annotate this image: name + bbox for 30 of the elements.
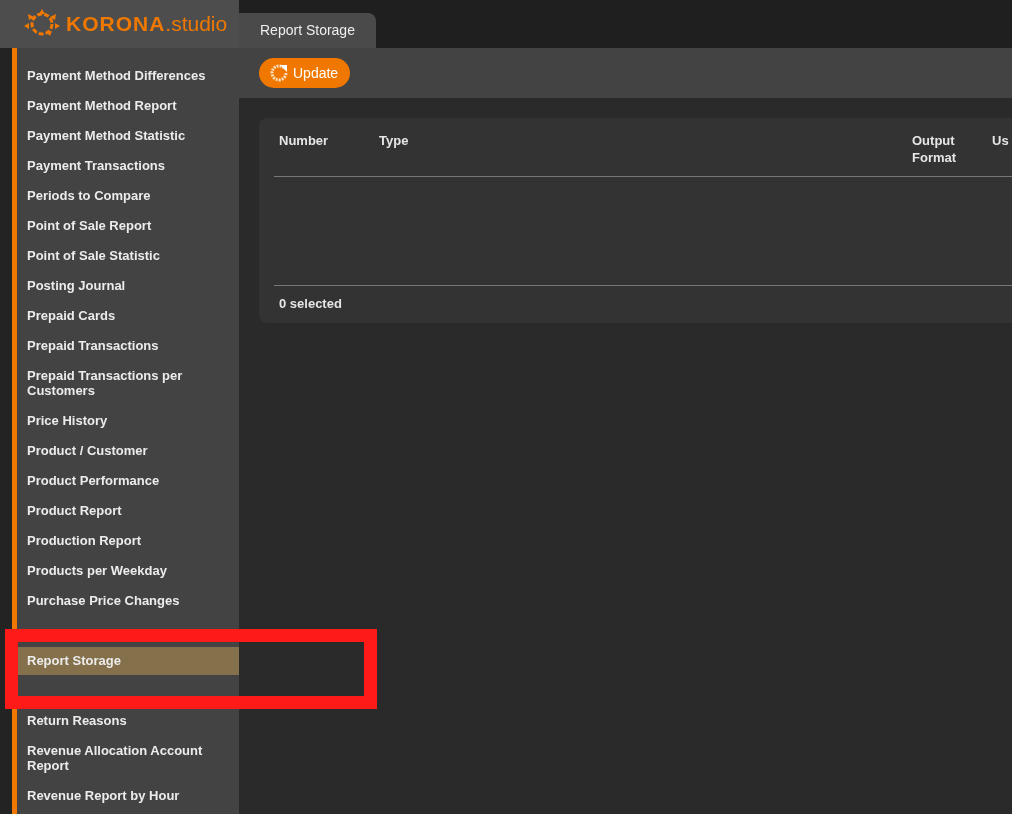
sidebar-item[interactable]: Revenue Allocation Account Report	[17, 737, 239, 780]
column-header[interactable]: Output Format	[907, 132, 987, 176]
tab[interactable]: Report Storage	[239, 13, 376, 48]
sidebar-item[interactable]: Prepaid Transactions per Customers	[17, 362, 239, 405]
sidebar-item[interactable]: Point of Sale Report	[17, 212, 239, 240]
sidebar-item[interactable]: Payment Method Differences	[17, 62, 239, 90]
sidebar-item[interactable]: Report Storage	[17, 647, 239, 675]
column-header[interactable]: Number	[274, 132, 374, 176]
sidebar-item[interactable]: Product Performance	[17, 467, 239, 495]
sidebar-item[interactable]: Prepaid Cards	[17, 302, 239, 330]
sidebar-item[interactable]: Return Reasons	[17, 707, 239, 735]
sidebar-item[interactable]: Product Report	[17, 497, 239, 525]
sidebar-item[interactable]: Production Report	[17, 527, 239, 555]
sidebar-item[interactable]: Product / Customer	[17, 437, 239, 465]
column-header[interactable]: Us	[987, 132, 1012, 176]
sidebar-item[interactable]: Products per Weekday	[17, 557, 239, 585]
sidebar-item[interactable]: Periods to Compare	[17, 182, 239, 210]
column-header[interactable]: Type	[374, 132, 907, 176]
selection-count: 0 selected	[279, 296, 342, 311]
sidebar-item[interactable]: Payment Method Report	[17, 92, 239, 120]
logo-wordmark: KORONA.studio	[66, 12, 228, 36]
sidebar-item[interactable]: Posting Journal	[17, 272, 239, 300]
sidebar-item[interactable]: Payment Method Statistic	[17, 122, 239, 150]
sidebar-item[interactable]: Purchase Price Changes	[17, 587, 239, 615]
refresh-icon	[269, 63, 289, 83]
sidebar-item[interactable]: Payment Transactions	[17, 152, 239, 180]
sidebar-item[interactable]: Point of Sale Statistic	[17, 242, 239, 270]
sidebar-item[interactable]: Price History	[17, 407, 239, 435]
sidebar-item[interactable]: Revenue Report by Hour	[17, 782, 239, 810]
sidebar-item[interactable]: Prepaid Transactions	[17, 332, 239, 360]
